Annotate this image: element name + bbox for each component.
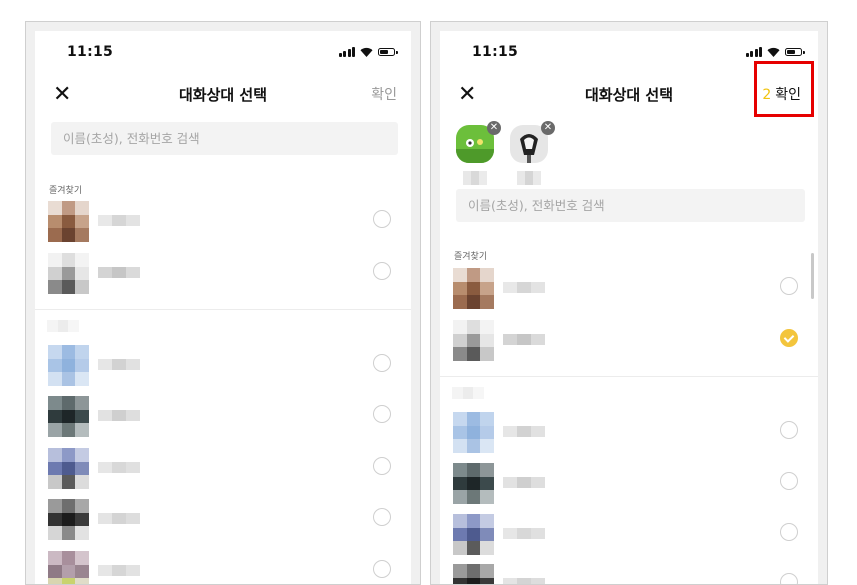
selected-contact: ✕ [510,121,555,189]
contact-name-redacted [98,410,140,421]
select-radio[interactable] [373,457,391,475]
contact-name-redacted [98,359,140,370]
status-time: 11:15 [472,44,519,60]
list-item[interactable] [35,200,411,246]
contact-name-redacted [98,215,140,226]
battery-icon [785,48,805,56]
divider [35,309,411,310]
select-radio[interactable] [780,472,798,490]
status-time: 11:15 [67,44,114,60]
select-radio[interactable] [780,277,798,295]
page-title: 대화상대 선택 [178,86,268,104]
remove-icon[interactable]: ✕ [487,121,501,135]
avatar [453,514,494,555]
list-item[interactable] [35,447,411,493]
search-input[interactable] [51,122,398,155]
contact-name-redacted [503,477,545,488]
select-radio[interactable] [780,573,798,584]
avatar [48,396,89,437]
select-radio[interactable] [373,354,391,372]
select-radio[interactable] [373,405,391,423]
right-screenshot: 11:15 대화상대 선택 ✕ 2 확인 ✕ ✕ 이름(초성), 전화번호 검색… [430,21,828,585]
signal-icon [338,47,355,57]
contact-name-redacted [463,171,487,185]
list-item[interactable] [35,395,411,441]
avatar [48,201,89,242]
avatar [453,412,494,453]
contact-name-redacted [503,578,545,584]
close-icon[interactable]: ✕ [53,81,71,109]
select-radio[interactable] [373,560,391,578]
header: 대화상대 선택 ✕ 확인 [35,79,411,111]
status-bar: 11:15 [35,44,411,64]
list-item[interactable] [35,550,411,584]
right-screen: 11:15 대화상대 선택 ✕ 2 확인 ✕ ✕ 이름(초성), 전화번호 검색… [440,31,818,584]
battery-icon [378,48,398,56]
contact-name-redacted [503,334,545,345]
contact-name-redacted [98,513,140,524]
avatar [453,320,494,361]
left-screen: 11:15 대화상대 선택 ✕ 확인 즐겨찾기 [35,31,411,584]
section-label-redacted [47,320,80,332]
wifi-icon [360,47,373,57]
selected-contact: ✕ [456,121,501,189]
contact-name-redacted [503,282,545,293]
section-label-redacted [452,387,485,399]
contact-name-redacted [98,565,140,576]
list-item[interactable] [35,344,411,390]
section-favorites: 즐겨찾기 [454,252,488,262]
list-item[interactable] [440,319,818,365]
wifi-icon [767,47,780,57]
list-item[interactable] [35,252,411,298]
select-radio-checked[interactable] [780,329,798,347]
avatar [48,345,89,386]
select-radio[interactable] [780,523,798,541]
left-screenshot: 11:15 대화상대 선택 ✕ 확인 즐겨찾기 [25,21,421,585]
avatar [453,268,494,309]
contact-name-redacted [98,267,140,278]
select-radio[interactable] [373,262,391,280]
list-item[interactable] [440,411,818,457]
avatar [453,564,494,584]
avatar [48,253,89,294]
list-item[interactable] [440,462,818,508]
avatar [48,499,89,540]
contact-name-redacted [503,528,545,539]
list-item[interactable] [440,513,818,559]
section-favorites: 즐겨찾기 [49,186,83,196]
select-radio[interactable] [373,508,391,526]
contact-name-redacted [98,462,140,473]
avatar [48,551,89,584]
remove-icon[interactable]: ✕ [541,121,555,135]
contact-name-redacted [503,426,545,437]
avatar [453,463,494,504]
contact-name-redacted [517,171,541,185]
search-input[interactable] [456,189,805,222]
highlight-box [754,61,814,117]
select-radio[interactable] [373,210,391,228]
list-item[interactable] [440,563,818,584]
list-item[interactable] [440,267,818,313]
signal-icon [745,47,762,57]
divider [440,376,818,377]
avatar [48,448,89,489]
select-radio[interactable] [780,421,798,439]
list-item[interactable] [35,498,411,544]
close-icon[interactable]: ✕ [458,81,476,109]
confirm-button[interactable]: 확인 [371,79,397,111]
